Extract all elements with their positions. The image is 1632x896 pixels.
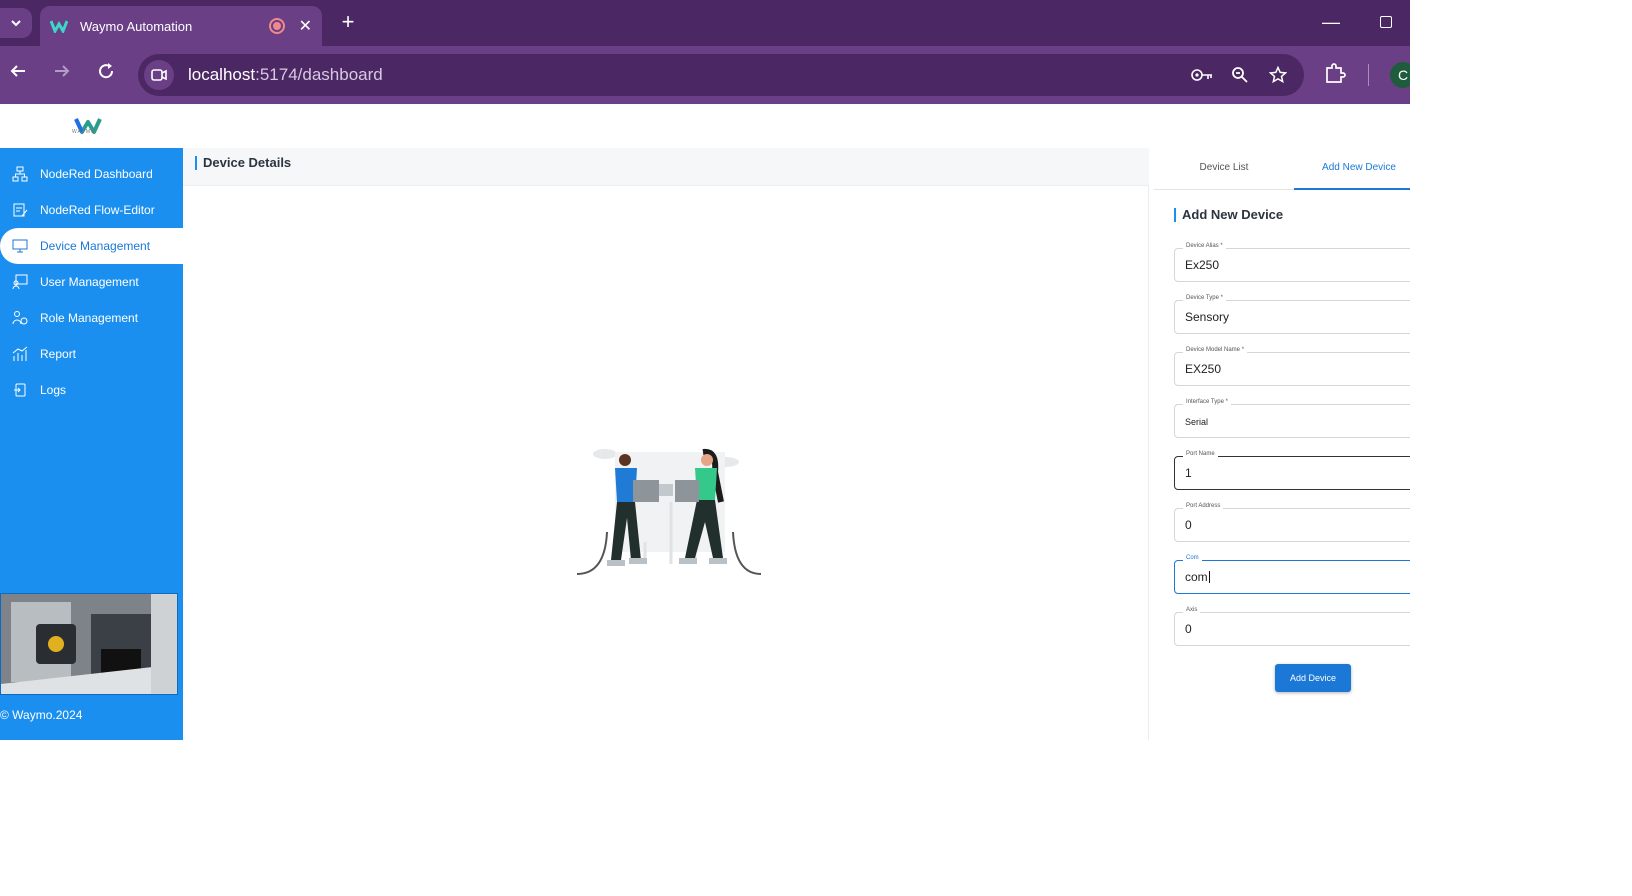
sidebar-item-nodered-flow-editor[interactable]: NodeRed Flow-Editor xyxy=(0,192,183,228)
sidebar-item-label: NodeRed Flow-Editor xyxy=(40,203,155,217)
role-icon xyxy=(12,310,28,326)
sidebar-item-label: Report xyxy=(40,347,77,361)
url-text[interactable]: localhost:5174/dashboard xyxy=(188,65,1190,85)
new-tab-button[interactable]: + xyxy=(336,10,360,34)
field-label: Axis xyxy=(1183,607,1201,613)
field-value: Serial xyxy=(1185,417,1209,427)
browser-toolbar: localhost:5174/dashboard C xyxy=(0,46,1410,104)
logs-icon xyxy=(12,382,28,398)
profile-avatar[interactable]: C xyxy=(1390,62,1410,88)
back-button[interactable] xyxy=(6,62,30,86)
chevron-down-icon xyxy=(11,20,21,27)
sidebar-item-role-management[interactable]: Role Management xyxy=(0,300,183,336)
toolbar-separator xyxy=(1368,64,1369,86)
extensions-icon[interactable] xyxy=(1324,62,1346,89)
tab-add-new-device[interactable]: Add New Device xyxy=(1294,148,1410,190)
sidebar-item-label: NodeRed Dashboard xyxy=(40,167,153,181)
form-title: Add New Device xyxy=(1174,208,1283,222)
password-key-icon[interactable] xyxy=(1190,63,1214,87)
sidebar-item-label: User Management xyxy=(40,275,139,289)
field-value: 1 xyxy=(1185,466,1192,480)
sidebar-item-label: Device Management xyxy=(40,239,151,253)
field-value: Ex250 xyxy=(1185,258,1220,272)
sidebar-item-label: Role Management xyxy=(40,311,139,325)
sidebar-item-label: Logs xyxy=(40,383,67,397)
minimize-button[interactable]: — xyxy=(1322,12,1340,33)
field-label: Port Name xyxy=(1183,451,1218,457)
restore-button[interactable] xyxy=(1380,16,1392,28)
camera-feed-image xyxy=(0,593,178,695)
tab-search-button[interactable] xyxy=(0,8,32,38)
com-value-text: com xyxy=(1185,570,1208,584)
field-value: EX250 xyxy=(1185,362,1222,376)
device-form-panel: Device List Add New Device Add New Devic… xyxy=(1154,148,1410,740)
sitemap-icon xyxy=(12,166,28,182)
waymo-favicon-icon xyxy=(50,20,68,33)
device-model-name-field[interactable]: Device Model Name * EX250 xyxy=(1174,347,1410,386)
main-content: Device Details xyxy=(183,148,1149,740)
field-label: Device Alias * xyxy=(1183,243,1226,249)
site-info-icon[interactable] xyxy=(144,60,174,90)
user-board-icon xyxy=(12,274,28,290)
sidebar: NodeRed Dashboard NodeRed Flow-Editor De… xyxy=(0,148,187,740)
bookmark-star-icon[interactable] xyxy=(1266,63,1290,87)
url-path: :5174/dashboard xyxy=(255,65,383,84)
close-tab-icon[interactable]: ✕ xyxy=(299,16,312,36)
interface-type-select[interactable]: Interface Type * Serial xyxy=(1174,399,1410,438)
field-value: 0 xyxy=(1185,622,1192,636)
port-address-field[interactable]: Port Address 0 xyxy=(1174,503,1410,542)
text-caret xyxy=(1208,571,1210,583)
waymo-logo-icon[interactable] xyxy=(74,112,102,140)
sidebar-item-device-management[interactable]: Device Management xyxy=(0,228,187,264)
field-label: Device Model Name * xyxy=(1183,347,1248,353)
field-label: Port Address xyxy=(1183,503,1224,509)
sidebar-item-logs[interactable]: Logs xyxy=(0,372,183,408)
axis-field[interactable]: Axis 0 xyxy=(1174,607,1410,646)
panel-tabs: Device List Add New Device xyxy=(1154,148,1410,190)
arrow-left-icon xyxy=(10,65,25,77)
browser-tab[interactable]: Waymo Automation ✕ xyxy=(40,6,322,46)
field-value: com xyxy=(1185,570,1210,584)
app-header xyxy=(0,104,1410,148)
recording-icon xyxy=(268,18,285,34)
monitor-icon xyxy=(12,238,28,254)
flow-editor-icon xyxy=(12,202,28,218)
zoom-icon[interactable] xyxy=(1228,63,1252,87)
arrow-right-icon xyxy=(55,65,70,77)
url-host: localhost xyxy=(188,65,256,84)
device-alias-field[interactable]: Device Alias * Ex250 xyxy=(1174,243,1410,282)
content-header: Device Details xyxy=(183,148,1149,186)
copyright-text: © Waymo.2024 xyxy=(0,708,83,722)
port-name-field[interactable]: Port Name 1 xyxy=(1174,451,1410,490)
page-title: Device Details xyxy=(195,156,291,170)
field-value: Sensory xyxy=(1185,310,1230,324)
reload-button[interactable] xyxy=(94,62,118,86)
add-device-button[interactable]: Add Device xyxy=(1275,664,1351,692)
sidebar-item-user-management[interactable]: User Management xyxy=(0,264,183,300)
field-label: Device Type * xyxy=(1183,295,1226,301)
field-label: Interface Type * xyxy=(1183,399,1231,405)
bar-chart-icon xyxy=(12,346,28,362)
field-value: 0 xyxy=(1185,518,1192,532)
browser-tabstrip: Waymo Automation ✕ + — xyxy=(0,0,1410,46)
device-type-select[interactable]: Device Type * Sensory xyxy=(1174,295,1410,334)
field-label: Com xyxy=(1183,555,1202,561)
address-bar[interactable]: localhost:5174/dashboard xyxy=(138,54,1304,96)
logo-text: WAYMO xyxy=(72,129,96,135)
com-field[interactable]: Com com xyxy=(1174,555,1410,594)
empty-state-illustration xyxy=(576,448,762,575)
forward-button[interactable] xyxy=(50,62,74,86)
sidebar-item-nodered-dashboard[interactable]: NodeRed Dashboard xyxy=(0,156,183,192)
screen: Waymo Automation ✕ + — localhost:5174/da… xyxy=(0,0,1410,740)
tab-title: Waymo Automation xyxy=(80,18,193,34)
tab-device-list[interactable]: Device List xyxy=(1154,148,1294,190)
sidebar-item-report[interactable]: Report xyxy=(0,336,183,372)
reload-icon xyxy=(99,63,114,79)
